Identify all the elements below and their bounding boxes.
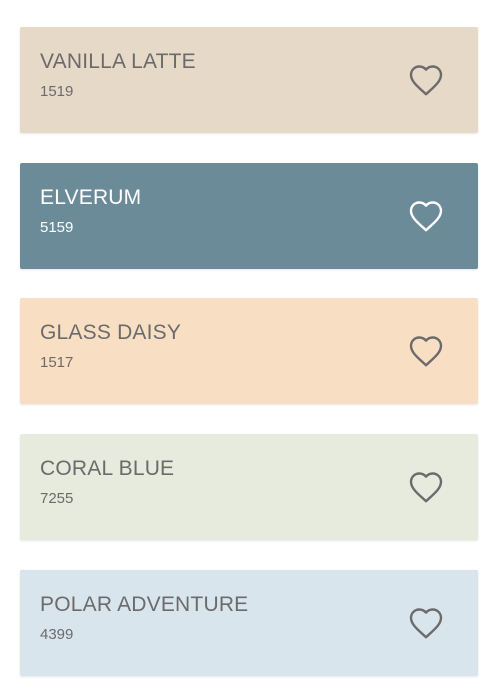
heart-icon[interactable] (408, 470, 444, 504)
color-card-polar-adventure[interactable]: POLAR ADVENTURE 4399 (20, 570, 478, 676)
heart-icon[interactable] (408, 63, 444, 97)
color-list: VANILLA LATTE 1519 ELVERUM 5159 GLASS DA… (0, 0, 500, 700)
color-code: 4399 (40, 626, 74, 643)
heart-icon[interactable] (408, 334, 444, 368)
color-card-glass-daisy[interactable]: GLASS DAISY 1517 (20, 298, 478, 404)
color-name: CORAL BLUE (40, 457, 175, 480)
color-code: 1519 (40, 83, 74, 100)
color-name: VANILLA LATTE (40, 50, 196, 73)
color-code: 7255 (40, 490, 74, 507)
color-card-elverum[interactable]: ELVERUM 5159 (20, 163, 478, 269)
color-name: GLASS DAISY (40, 321, 182, 344)
heart-icon[interactable] (408, 199, 444, 233)
color-code: 1517 (40, 354, 74, 371)
color-name: ELVERUM (40, 186, 142, 209)
color-code: 5159 (40, 219, 74, 236)
color-card-coral-blue[interactable]: CORAL BLUE 7255 (20, 434, 478, 540)
color-card-vanilla-latte[interactable]: VANILLA LATTE 1519 (20, 27, 478, 133)
color-name: POLAR ADVENTURE (40, 593, 249, 616)
heart-icon[interactable] (408, 606, 444, 640)
